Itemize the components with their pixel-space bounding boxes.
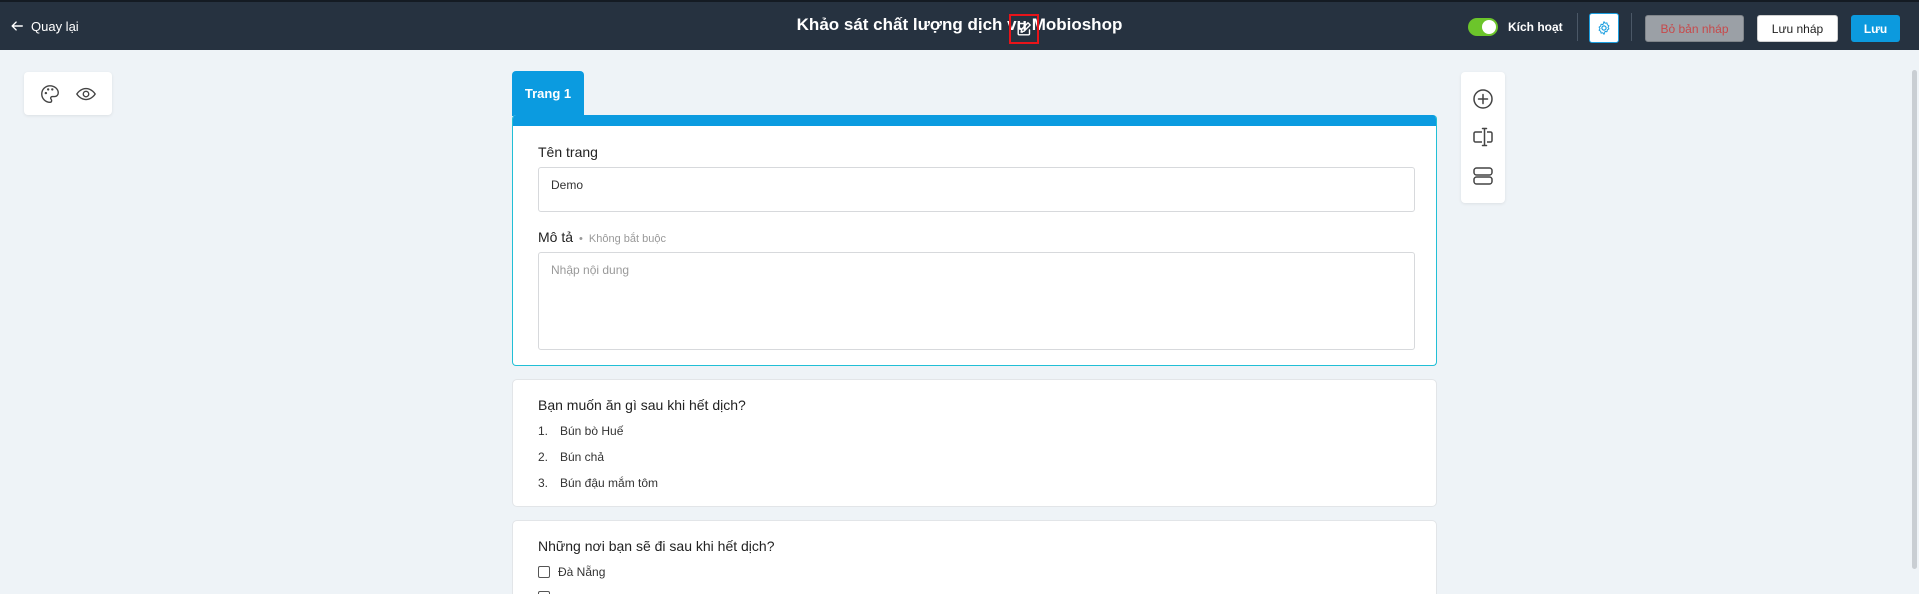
option-number: 2. [538,450,549,464]
right-toolbar [1461,72,1505,203]
list-item: 3. Bún đậu mắm tôm [538,476,658,490]
text-cursor-icon [1473,128,1493,147]
page-settings-card: Tên trang Demo Mô tả • Không bắt buộc Nhập… [512,115,1437,366]
save-button[interactable]: Lưu [1851,15,1900,42]
optional-note: Không bắt buộc [588,233,666,245]
pencil-square-icon [1017,22,1031,36]
active-toggle[interactable] [1468,18,1498,36]
option-number: 3. [538,476,549,490]
discard-draft-button[interactable]: Bỏ bản nháp [1645,15,1744,42]
page-card-accent-bar [513,115,1436,126]
tab-page-1[interactable]: Trang 1 [512,71,584,116]
question-title: Những nơi bạn sẽ đi sau khi hết dịch? [538,538,775,554]
page-name-label: Tên trang [538,144,598,160]
left-toolbar [24,72,112,115]
save-draft-button[interactable]: Lưu nháp [1757,15,1838,42]
preview-button[interactable] [73,81,99,107]
add-section-button[interactable] [1469,162,1497,190]
section-stack-icon [1473,167,1493,185]
top-header: Quay lại Khảo sát chất lượng dịch vụ Mob… [0,0,1919,50]
option-label: Bún chả [560,450,605,464]
settings-button[interactable] [1589,13,1619,43]
gear-icon [1598,21,1610,35]
description-label-row: Mô tả • Không bắt buộc [538,229,666,245]
list-item: Đà Nẵng [538,565,605,579]
list-item: 2. Bún chả [538,450,604,464]
plus-circle-icon [1473,89,1493,109]
option-number: 1. [538,424,549,438]
description-label: Mô tả [538,229,574,245]
option-checkbox[interactable] [538,566,550,578]
option-label: Bún bò Huế [560,424,624,438]
palette-icon [41,84,59,103]
option-label: Bún đậu mắm tôm [560,476,659,490]
eye-icon [76,87,96,100]
arrow-left-icon [11,21,23,31]
edit-title-button[interactable] [1009,14,1039,44]
add-text-button[interactable] [1469,123,1497,151]
option-label: Đà Nẵng [558,565,606,579]
back-button[interactable]: Quay lại [10,16,79,36]
question-card[interactable]: Những nơi bạn sẽ đi sau khi hết dịch? Đà… [512,520,1437,594]
page-name-input[interactable]: Demo [538,167,1415,212]
header-divider [1577,13,1578,41]
add-question-button[interactable] [1469,85,1497,113]
list-item: 1. Bún bò Huế [538,424,623,438]
active-toggle-label: Kích hoạt [1508,20,1563,34]
question-title: Bạn muốn ăn gì sau khi hết dịch? [538,397,746,413]
back-label: Quay lại [31,18,79,34]
optional-dot: • [579,233,583,245]
page-scrollbar[interactable] [1912,70,1917,569]
theme-button[interactable] [37,81,63,107]
header-divider [1631,13,1632,41]
description-input[interactable]: Nhập nội dung [538,252,1415,350]
question-card[interactable]: Bạn muốn ăn gì sau khi hết dịch? 1. Bún … [512,379,1437,507]
